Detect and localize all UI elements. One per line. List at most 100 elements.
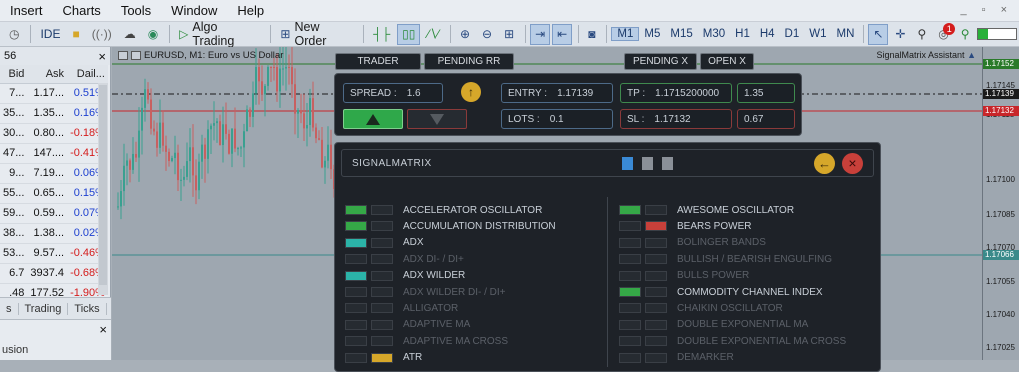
navigator-close-icon[interactable]: × xyxy=(99,322,107,337)
timeframe-d1[interactable]: D1 xyxy=(780,28,805,40)
indicator-row[interactable]: DOUBLE EXPONENTIAL MA CROSS xyxy=(619,334,846,348)
autoscroll-icon[interactable]: ⇥ xyxy=(530,23,551,45)
tab-symbols[interactable]: s xyxy=(0,302,19,315)
indicator-row[interactable]: ADX WILDER xyxy=(345,269,465,283)
indicator-row[interactable]: ADAPTIVE MA CROSS xyxy=(345,334,508,348)
line-chart-icon[interactable]: ⁄∖⁄ xyxy=(422,24,444,45)
lock-icon[interactable]: ■ xyxy=(67,24,84,45)
doc-blue-icon[interactable] xyxy=(622,157,633,170)
market-watch-scrollbar[interactable] xyxy=(98,83,108,295)
indicator-row[interactable]: ALLIGATOR xyxy=(345,301,458,315)
scrollbar-thumb[interactable] xyxy=(99,85,107,285)
tp-field[interactable]: TP : 1.1715200000 xyxy=(620,83,732,103)
timeframe-m5[interactable]: M5 xyxy=(639,28,665,40)
market-icon[interactable]: ◉ xyxy=(143,24,163,45)
indicator-row[interactable]: ADX DI- / DI+ xyxy=(345,252,464,266)
timeframe-m30[interactable]: M30 xyxy=(698,28,730,40)
sell-button[interactable] xyxy=(407,109,467,129)
indicator-row[interactable]: ADAPTIVE MA xyxy=(345,318,470,332)
indicator-row[interactable]: BOLINGER BANDS xyxy=(619,236,766,250)
tab-trader[interactable]: TRADER xyxy=(335,53,421,70)
signal-icon[interactable]: ((·)) xyxy=(87,24,117,45)
timeframe-h1[interactable]: H1 xyxy=(730,28,755,40)
indicator-row[interactable]: BULLS POWER xyxy=(619,269,749,283)
column-header-daily[interactable]: Dail... xyxy=(67,65,108,84)
table-row[interactable]: 9... 7.19... 0.06% xyxy=(0,163,108,184)
table-row[interactable]: 6.7 3937.4 -0.68% xyxy=(0,263,108,284)
menu-help[interactable]: Help xyxy=(227,3,274,18)
menu-insert[interactable]: Insert xyxy=(0,3,53,18)
history-icon[interactable]: ◷ xyxy=(4,24,24,45)
vps-icon[interactable]: ☁ xyxy=(119,24,141,45)
indicator-row[interactable]: ADX xyxy=(345,236,424,250)
timeframe-mn[interactable]: MN xyxy=(832,28,860,40)
column-header-ask[interactable]: Ask xyxy=(27,65,68,84)
alerts-icon[interactable]: ◎ 1 xyxy=(933,22,956,45)
lots-field[interactable]: LOTS : 0.1 xyxy=(501,109,613,129)
window-controls[interactable]: _ ▫ × xyxy=(960,4,1013,16)
indicator-row[interactable]: ACCUMULATION DISTRIBUTION xyxy=(345,219,556,233)
table-row[interactable]: 47... 147.... -0.41% xyxy=(0,143,108,164)
tab-pending-rr[interactable]: PENDING RR xyxy=(424,53,514,70)
indicator-row[interactable]: CHAIKIN OSCILLATOR xyxy=(619,301,783,315)
timeframe-m1[interactable]: M1 xyxy=(611,27,640,41)
close-icon[interactable]: × xyxy=(842,153,863,174)
table-row[interactable]: 59... 0.59... 0.07% xyxy=(0,203,108,224)
table-row[interactable]: 53... 9.57... -0.46% xyxy=(0,243,108,264)
chart-shift-icon[interactable]: ⇤ xyxy=(552,23,573,45)
indicator-row[interactable]: BULLISH / BEARISH ENGULFING xyxy=(619,252,832,266)
indicator-row[interactable]: ATR xyxy=(345,351,422,365)
bar-chart-icon[interactable]: ┤├ xyxy=(368,24,395,45)
tab-open-x[interactable]: OPEN X xyxy=(700,53,754,70)
tp-ratio-field[interactable]: 1.35 xyxy=(737,83,795,103)
doc-gray-icon[interactable] xyxy=(642,157,653,170)
candle-body xyxy=(249,109,251,117)
bullish-signal-swatch xyxy=(619,221,641,232)
entry-field[interactable]: ENTRY : 1.17139 xyxy=(501,83,613,103)
table-row[interactable]: 38... 1.38... 0.02% xyxy=(0,223,108,244)
menu-tools[interactable]: Tools xyxy=(111,3,161,18)
toolbar: ◷ IDE ■ ((·)) ☁ ◉ ▷ Algo Trading ⊞ New O… xyxy=(0,20,1019,48)
price-axis[interactable]: 1.171451.171151.171001.170851.170701.170… xyxy=(982,47,1019,360)
close-icon[interactable]: × xyxy=(98,49,106,64)
up-arrow-icon[interactable]: ↑ xyxy=(461,82,481,102)
indicator-row[interactable]: DEMARKER xyxy=(619,351,734,365)
timeframe-w1[interactable]: W1 xyxy=(804,28,831,40)
table-row[interactable]: 30... 0.80... -0.18% xyxy=(0,123,108,144)
indicator-row[interactable]: ACCELERATOR OSCILLATOR xyxy=(345,203,542,217)
timeframe-m15[interactable]: M15 xyxy=(665,28,697,40)
algo-trading-button[interactable]: ▷ Algo Trading xyxy=(174,20,264,48)
indicator-row[interactable]: ADX WILDER DI- / DI+ xyxy=(345,285,506,299)
table-row[interactable]: 7... 1.17... 0.51% xyxy=(0,83,108,104)
cursor-icon[interactable]: ↖ xyxy=(868,23,889,45)
table-row[interactable]: 55... 0.65... 0.15% xyxy=(0,183,108,204)
zoom-in-icon[interactable]: ⊕ xyxy=(455,24,475,45)
search-icon[interactable]: ⚲ xyxy=(912,24,931,45)
sl-ratio-field[interactable]: 0.67 xyxy=(737,109,795,129)
screenshot-icon[interactable]: ◙ xyxy=(583,24,600,45)
indicator-row[interactable]: BEARS POWER xyxy=(619,219,751,233)
tab-pending-x[interactable]: PENDING X xyxy=(624,53,697,70)
doc-gray-icon[interactable] xyxy=(662,157,673,170)
column-header-bid[interactable]: Bid xyxy=(0,65,28,84)
menu-window[interactable]: Window xyxy=(161,3,227,18)
timeframe-h4[interactable]: H4 xyxy=(755,28,780,40)
candlestick-icon[interactable]: ▯▯ xyxy=(397,23,421,45)
ide-button[interactable]: IDE xyxy=(35,24,65,45)
indicator-row[interactable]: DOUBLE EXPONENTIAL MA xyxy=(619,318,808,332)
indicator-row[interactable]: AWESOME OSCILLATOR xyxy=(619,203,794,217)
tab-ticks[interactable]: Ticks xyxy=(68,302,107,315)
back-arrow-icon[interactable]: ← xyxy=(814,153,835,174)
sl-field[interactable]: SL : 1.17132 xyxy=(620,109,732,129)
signal-strength-icon[interactable]: ⚲ xyxy=(956,24,975,45)
indicator-row[interactable]: COMMODITY CHANNEL INDEX xyxy=(619,285,823,299)
buy-button[interactable] xyxy=(343,109,403,129)
menu-charts[interactable]: Charts xyxy=(53,3,111,18)
candle-body xyxy=(204,144,206,159)
tab-trading[interactable]: Trading xyxy=(19,302,69,315)
zoom-out-icon[interactable]: ⊖ xyxy=(477,24,497,45)
table-row[interactable]: 35... 1.35... 0.16% xyxy=(0,103,108,124)
grid-icon[interactable]: ⊞ xyxy=(499,24,519,45)
new-order-button[interactable]: ⊞ New Order xyxy=(275,20,357,48)
crosshair-icon[interactable]: ✛ xyxy=(890,24,910,45)
